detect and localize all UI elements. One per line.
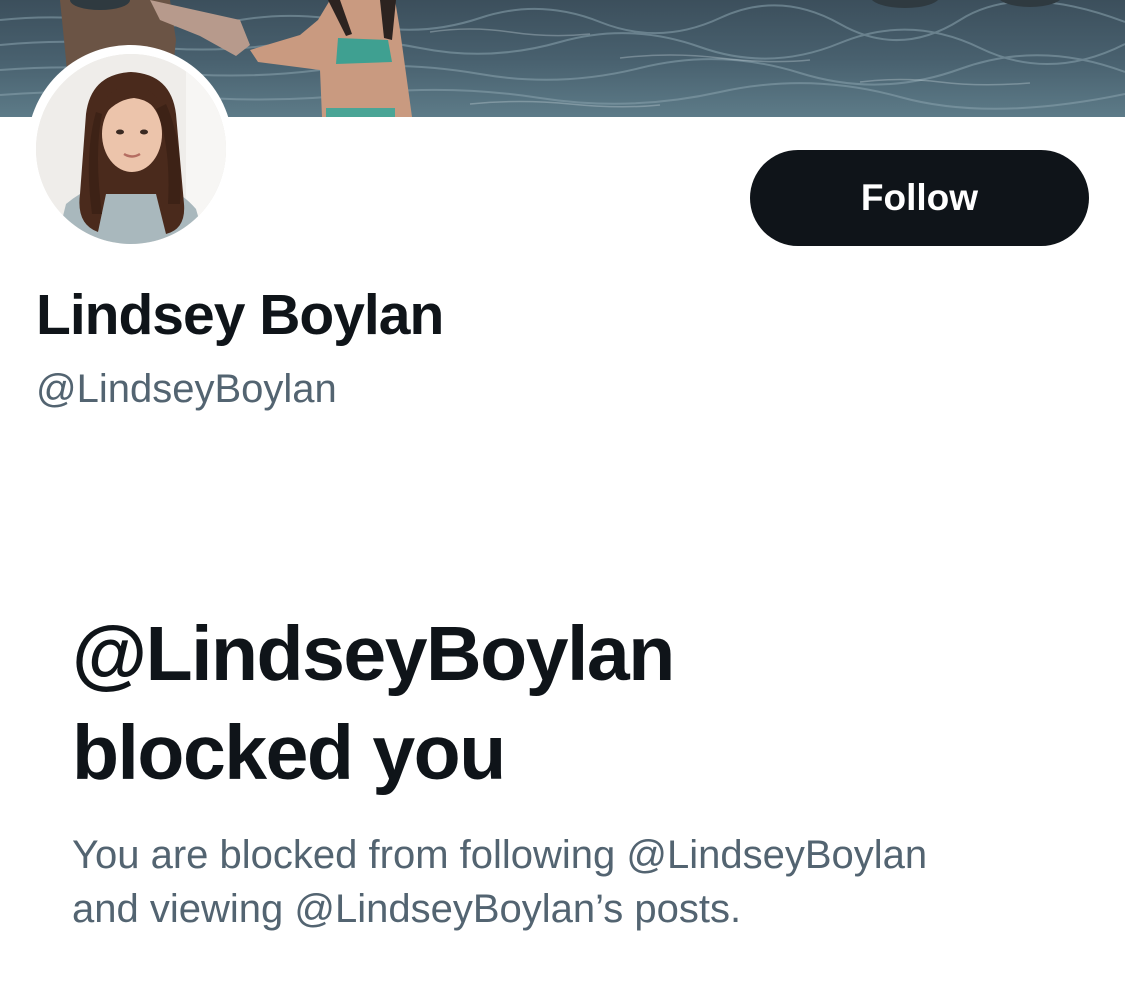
blocked-description: You are blocked from following @LindseyB…: [72, 828, 1092, 936]
avatar-photo: [36, 54, 226, 244]
blocked-heading: @LindseyBoylan blocked you: [72, 605, 1072, 803]
avatar[interactable]: [36, 54, 226, 244]
blocked-heading-line2: blocked you: [72, 710, 506, 796]
follow-button[interactable]: Follow: [750, 150, 1089, 246]
blocked-description-line2: and viewing @LindseyBoylan’s posts.: [72, 887, 742, 931]
display-name: Lindsey Boylan: [36, 283, 444, 347]
blocked-heading-line1: @LindseyBoylan: [72, 611, 675, 697]
blocked-description-line1: You are blocked from following @LindseyB…: [72, 833, 928, 877]
user-handle: @LindseyBoylan: [36, 367, 337, 411]
